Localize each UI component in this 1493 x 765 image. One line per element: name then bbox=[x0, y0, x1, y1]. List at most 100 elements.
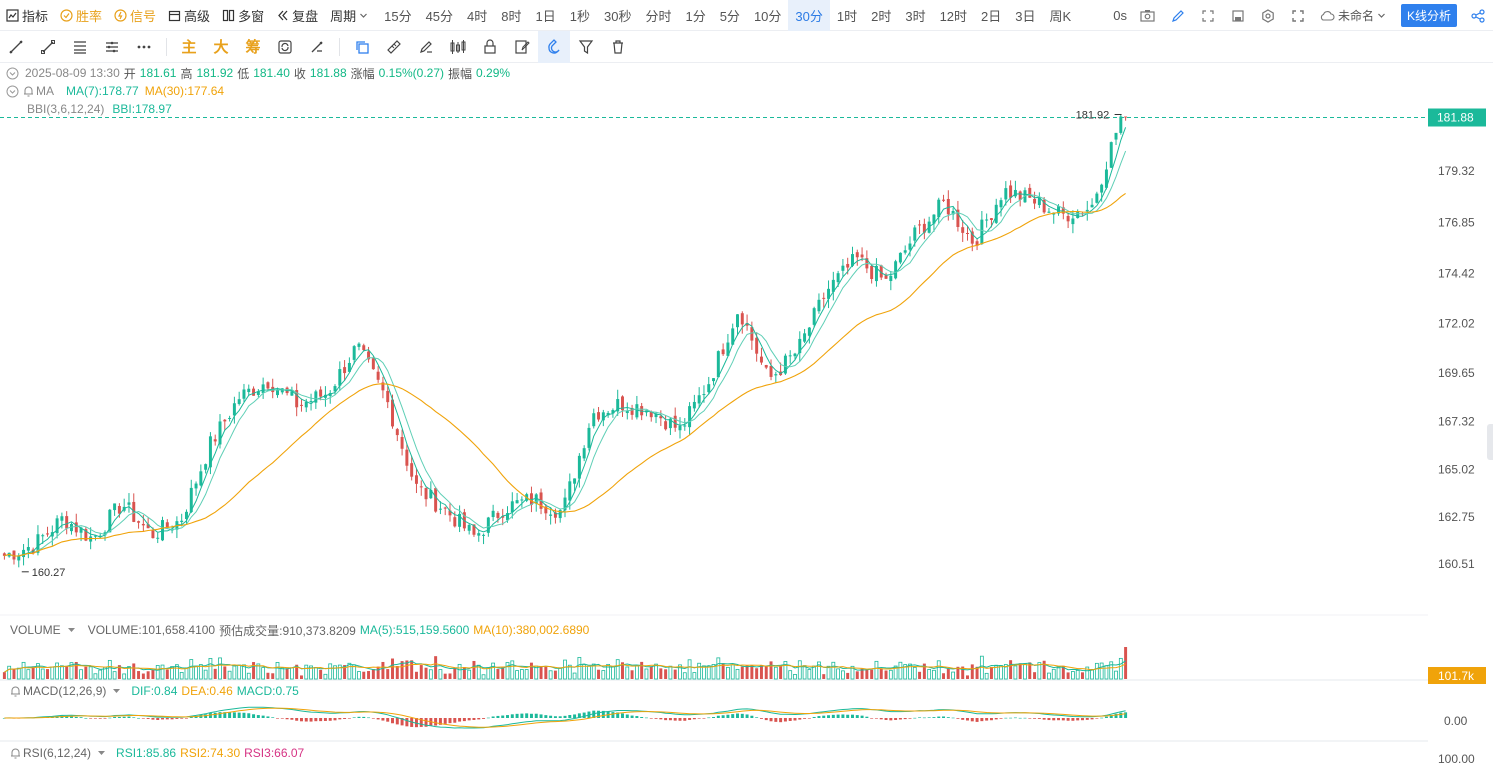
macd-histogram-bar bbox=[855, 715, 859, 718]
frame-button[interactable] bbox=[1193, 0, 1223, 31]
period-option[interactable]: 3时 bbox=[898, 0, 932, 31]
candle-body bbox=[621, 396, 624, 411]
volume-bar bbox=[410, 660, 414, 679]
macd-histogram-bar bbox=[405, 718, 409, 727]
macd-histogram-bar bbox=[290, 718, 294, 720]
brush-tool[interactable] bbox=[410, 31, 442, 63]
settings-button[interactable] bbox=[1253, 0, 1283, 31]
collapse-icon[interactable] bbox=[6, 85, 19, 98]
candle-body bbox=[371, 358, 375, 370]
period-option[interactable]: 12时 bbox=[933, 0, 974, 31]
period-option[interactable]: 1日 bbox=[529, 0, 563, 31]
side-panel-handle[interactable] bbox=[1487, 424, 1493, 460]
horizontal-lines-tool[interactable] bbox=[64, 31, 96, 63]
macd-histogram-bar bbox=[323, 718, 327, 721]
period-option[interactable]: 30分 bbox=[788, 0, 830, 31]
period-option[interactable]: 15分 bbox=[377, 0, 418, 31]
period-option[interactable]: 1时 bbox=[830, 0, 864, 31]
candle-body bbox=[606, 412, 610, 416]
caret-down-icon[interactable] bbox=[112, 687, 121, 695]
period-option[interactable]: 1分 bbox=[678, 0, 712, 31]
macd-histogram-bar bbox=[204, 714, 208, 718]
lock-tool[interactable] bbox=[474, 31, 506, 63]
measure-tool[interactable] bbox=[301, 31, 333, 63]
layout-name-dropdown[interactable]: 未命名 bbox=[1313, 0, 1395, 31]
main-indicator-tool[interactable]: 主 bbox=[173, 31, 205, 63]
period-option[interactable]: 1秒 bbox=[563, 0, 597, 31]
sync-tool[interactable] bbox=[269, 31, 301, 63]
volume-bar bbox=[218, 657, 222, 680]
volume-bar bbox=[682, 672, 687, 680]
period-option[interactable]: 10分 bbox=[747, 0, 788, 31]
win-rate-button[interactable]: 胜率 bbox=[54, 0, 108, 31]
replay-button[interactable]: 复盘 bbox=[270, 0, 324, 31]
pen-button[interactable] bbox=[1163, 0, 1193, 31]
period-dropdown[interactable]: 周期 bbox=[324, 0, 377, 31]
share-button[interactable] bbox=[1463, 0, 1493, 31]
candle-body bbox=[534, 494, 538, 504]
candle-body bbox=[932, 214, 936, 224]
kline-chart[interactable]: 101.7k 0.00 100.00 179.32 176.85 174.42 172.… bbox=[0, 0, 1493, 765]
period-option[interactable]: 4时 bbox=[460, 0, 494, 31]
fullscreen-button[interactable] bbox=[1283, 0, 1313, 31]
save-button[interactable] bbox=[1223, 0, 1253, 31]
candle-body bbox=[165, 522, 169, 528]
period-option[interactable]: 周K bbox=[1043, 0, 1079, 31]
kline-analysis-button[interactable]: K线分析 bbox=[1400, 4, 1457, 27]
signal-button[interactable]: 信号 bbox=[108, 0, 162, 31]
candle-body bbox=[611, 410, 615, 414]
edit-tool[interactable] bbox=[506, 31, 538, 63]
caret-down-icon[interactable] bbox=[67, 626, 76, 634]
candle-body bbox=[697, 395, 701, 404]
period-option[interactable]: 2日 bbox=[974, 0, 1008, 31]
volume-bar bbox=[918, 671, 922, 679]
period-option[interactable]: 30秒 bbox=[597, 0, 638, 31]
bell-icon[interactable] bbox=[10, 685, 21, 697]
candle-body bbox=[553, 512, 557, 518]
change-label: 涨幅 bbox=[350, 66, 375, 81]
bell-icon[interactable] bbox=[23, 85, 34, 97]
candle-body bbox=[601, 412, 605, 421]
multi-window-button[interactable]: 多窗 bbox=[216, 0, 270, 31]
macd-histogram-bar bbox=[189, 716, 193, 718]
indicators-button[interactable]: 指标 bbox=[0, 0, 54, 31]
candle-body bbox=[496, 512, 500, 518]
period-option[interactable]: 2时 bbox=[864, 0, 898, 31]
advanced-button[interactable]: 高级 bbox=[162, 0, 216, 31]
candle-body bbox=[1119, 116, 1123, 133]
price-axis-tick: 162.75 bbox=[1438, 510, 1475, 524]
delete-tool[interactable] bbox=[602, 31, 634, 63]
volume-bar bbox=[98, 669, 103, 680]
camera-button[interactable] bbox=[1133, 0, 1163, 31]
period-option[interactable]: 3日 bbox=[1008, 0, 1042, 31]
bell-icon[interactable] bbox=[10, 747, 21, 759]
volume-bar bbox=[855, 671, 859, 679]
filter-tool[interactable] bbox=[570, 31, 602, 63]
caret-down-icon[interactable] bbox=[97, 749, 106, 757]
magnet-tool[interactable] bbox=[538, 30, 570, 63]
candle-tool[interactable] bbox=[442, 31, 474, 63]
copy-tool[interactable] bbox=[346, 31, 378, 63]
macd-histogram-bar bbox=[175, 718, 179, 719]
ray-tool[interactable] bbox=[32, 31, 64, 63]
collapse-icon[interactable] bbox=[6, 67, 19, 80]
period-option[interactable]: 分时 bbox=[638, 0, 678, 31]
macd-histogram-bar bbox=[803, 718, 807, 719]
big-order-tool[interactable]: 大 bbox=[205, 31, 237, 63]
period-option[interactable]: 45分 bbox=[419, 0, 460, 31]
candle-body bbox=[750, 327, 754, 341]
trend-line-tool[interactable] bbox=[0, 31, 32, 63]
macd-histogram-bar bbox=[798, 718, 802, 720]
macd-histogram-bar bbox=[692, 718, 696, 720]
volume-bar bbox=[615, 659, 620, 680]
ruler-tool[interactable] bbox=[378, 31, 410, 63]
period-option[interactable]: 5分 bbox=[713, 0, 747, 31]
parallel-channel-tool[interactable] bbox=[96, 31, 128, 63]
volume-bar bbox=[419, 665, 423, 679]
more-tools-button[interactable] bbox=[128, 31, 160, 63]
volume-bar bbox=[979, 655, 984, 680]
volume-bar bbox=[783, 661, 788, 680]
period-option[interactable]: 8时 bbox=[494, 0, 528, 31]
chip-distribution-tool[interactable]: 筹 bbox=[237, 31, 269, 63]
volume-bar bbox=[179, 672, 184, 680]
